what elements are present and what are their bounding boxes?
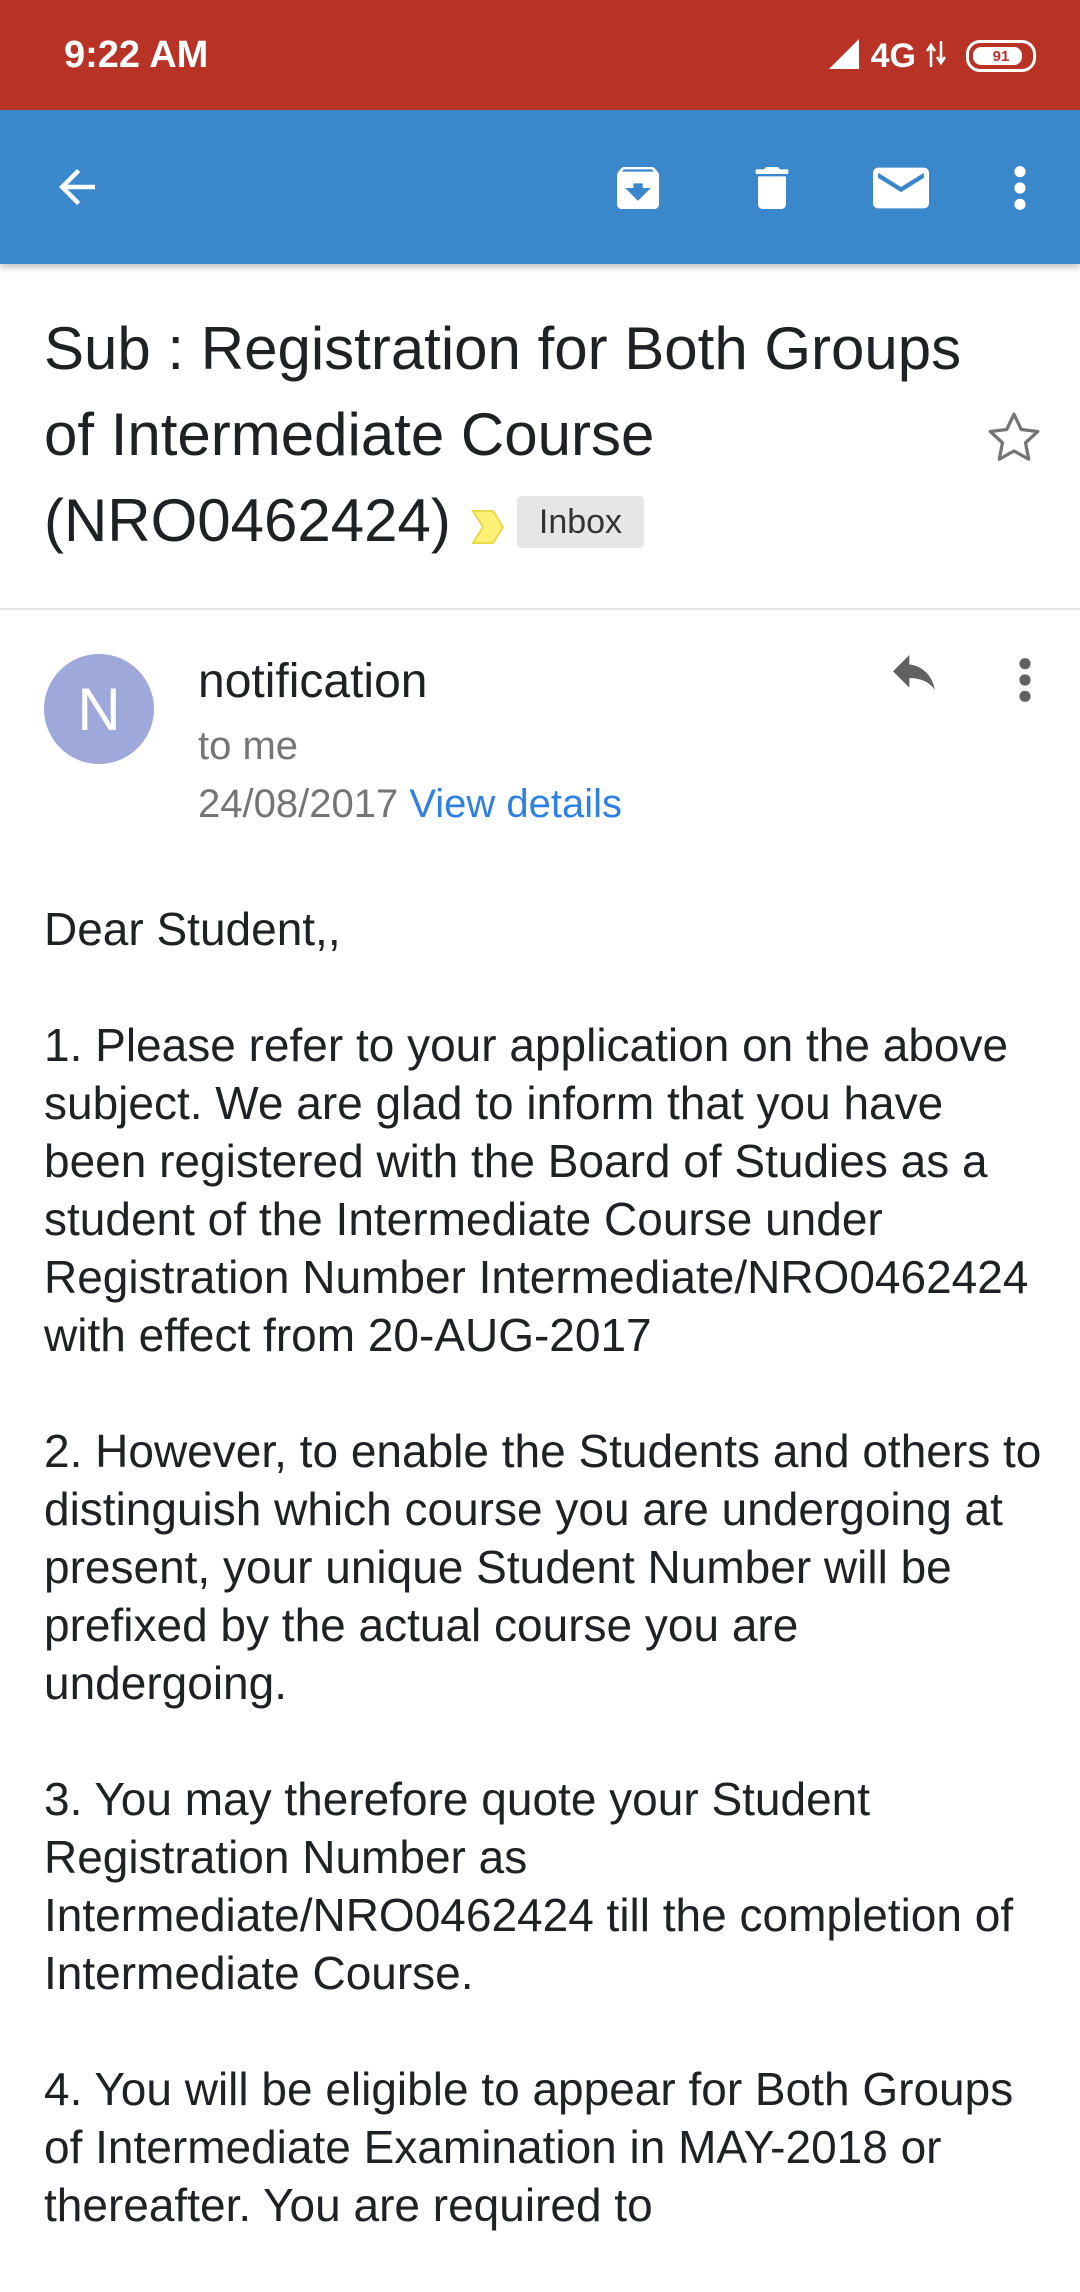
toolbar	[0, 110, 1080, 264]
star-icon[interactable]	[984, 408, 1044, 473]
status-bar: 9:22 AM 4G 91	[0, 0, 1080, 110]
view-details-link[interactable]: View details	[409, 782, 622, 826]
network-type: 4G	[870, 36, 916, 75]
divider	[0, 608, 1080, 610]
battery-level: 91	[992, 47, 1010, 65]
battery-icon: 91	[966, 40, 1036, 72]
email-date: 24/08/2017	[198, 782, 399, 826]
message-overflow-icon[interactable]	[1010, 652, 1040, 713]
body-paragraph-2: 2. However, to enable the Students and o…	[44, 1425, 1042, 1709]
mail-icon[interactable]	[870, 160, 932, 221]
body-paragraph-3: 3. You may therefore quote your Student …	[44, 1773, 1014, 1999]
email-body: Dear Student,, 1. Please refer to your a…	[44, 900, 1044, 2292]
archive-icon[interactable]	[610, 160, 666, 221]
reply-icon[interactable]	[886, 652, 942, 705]
avatar[interactable]: N	[44, 654, 154, 764]
body-paragraph-4: 4. You will be eligible to appear for Bo…	[44, 2063, 1014, 2231]
email-subject-block: Sub : Registration for Both Groups of In…	[44, 306, 964, 564]
recipient-text: to me	[198, 724, 299, 768]
status-indicators: 4G 91	[827, 34, 1036, 78]
inbox-label-chip[interactable]: Inbox	[516, 496, 645, 548]
overflow-menu-icon[interactable]	[1000, 160, 1040, 221]
data-activity-icon	[925, 39, 947, 74]
greeting: Dear Student,,	[44, 903, 341, 955]
status-time: 9:22 AM	[64, 34, 209, 76]
body-paragraph-1: 1. Please refer to your application on t…	[44, 1019, 1029, 1361]
sender-name: notification	[198, 655, 428, 708]
delete-icon[interactable]	[744, 160, 800, 221]
importance-marker-icon	[469, 484, 507, 544]
back-arrow-icon[interactable]	[50, 160, 104, 219]
date-row: 24/08/2017 View details	[198, 782, 622, 827]
signal-icon	[827, 37, 861, 76]
